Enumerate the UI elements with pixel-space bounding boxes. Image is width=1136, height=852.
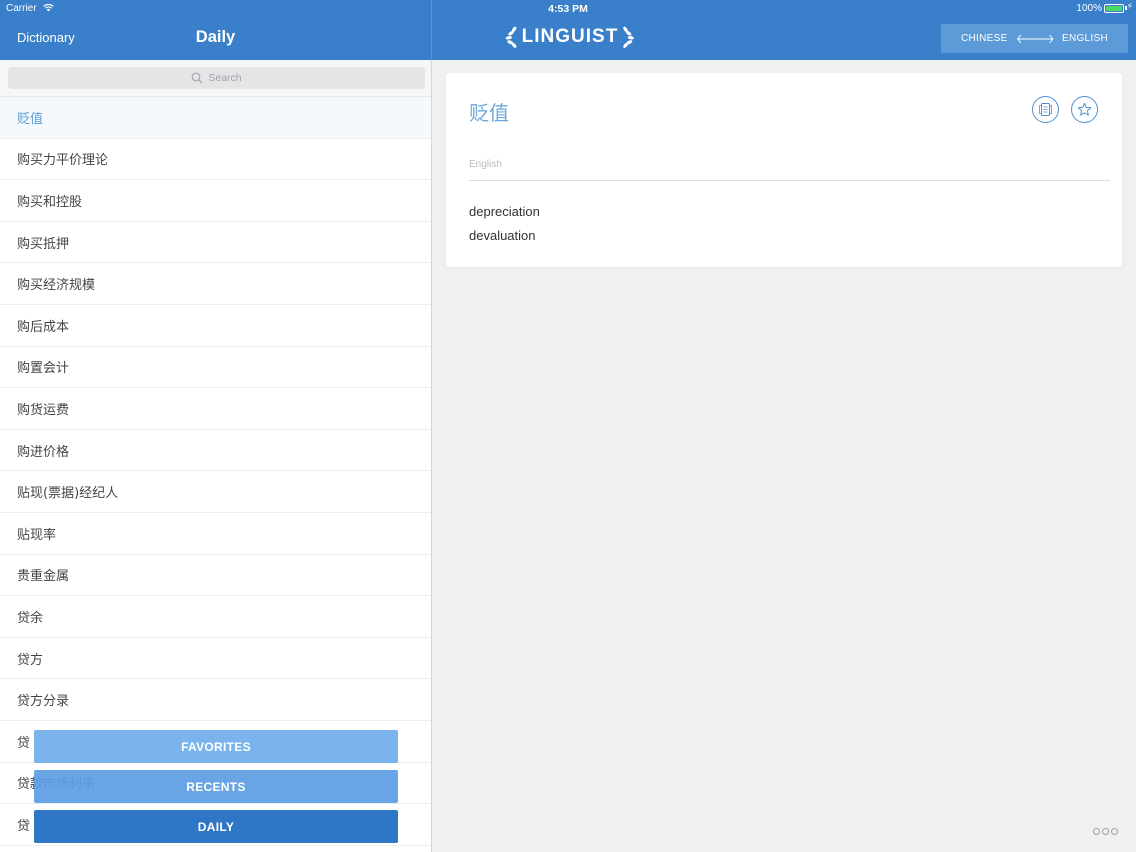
word-list-item-label: 购买抵押 (17, 236, 70, 252)
word-list-item[interactable]: 贬值 (0, 97, 431, 139)
translation-item: depreciation (469, 204, 540, 219)
word-list-item-label: 购买力平价理论 (17, 153, 109, 169)
word-list-item[interactable]: 购进价格 (0, 430, 431, 472)
favorite-star-button[interactable] (1071, 96, 1098, 123)
word-list-item-label: 贷余 (17, 610, 44, 626)
word-list-item-label: 贴现率 (17, 527, 57, 543)
language-switch-button[interactable]: CHINESE ENGLISH (941, 24, 1128, 53)
flashcard-icon (1039, 103, 1052, 116)
word-list-item[interactable]: 购买和控股 (0, 180, 431, 222)
clock: 4:53 PM (548, 3, 588, 15)
double-arrow-icon (1016, 34, 1053, 43)
translation-item: devaluation (469, 228, 536, 243)
split-divider (431, 0, 432, 852)
word-list-item[interactable]: 贷余 (0, 596, 431, 638)
search-placeholder: Search (208, 72, 242, 84)
entry-headword: 贬值 (469, 101, 509, 125)
word-list-item-label: 购买经济规模 (17, 278, 96, 294)
language-divider (469, 180, 1110, 181)
search-bar: Search (0, 60, 431, 97)
linguist-logo: LINGUIST (505, 21, 635, 53)
word-list-item-label: 贷 (17, 735, 31, 751)
word-list-item[interactable]: 贵重金属 (0, 555, 431, 597)
word-list-item[interactable]: 贴现(票据)经纪人 (0, 471, 431, 513)
word-list-item-label: 贷方 (17, 652, 44, 668)
target-language-label: English (469, 159, 502, 170)
word-list-item-label: 购置会计 (17, 361, 70, 377)
word-list-item[interactable]: 购货运费 (0, 388, 431, 430)
page-title: Daily (195, 28, 236, 46)
word-list-item-label: 贷方分录 (17, 694, 70, 710)
word-list-item[interactable]: 贷方 (0, 638, 431, 680)
word-list-item[interactable]: 贷方分录 (0, 679, 431, 721)
charging-icon: ⚡ (1126, 2, 1133, 12)
word-list-item[interactable]: 购买经济规模 (0, 263, 431, 305)
favorites-tab-button[interactable]: FAVORITES (34, 730, 398, 763)
star-icon (1077, 102, 1092, 116)
battery-icon (1104, 4, 1124, 13)
search-input[interactable]: Search (8, 67, 425, 89)
word-list-item-label: 贵重金属 (17, 569, 70, 585)
lang-to-label: ENGLISH (1061, 33, 1108, 44)
word-list-item-label: 购买和控股 (17, 194, 83, 210)
entry-card: 贬值 English depreciation devaluation (446, 73, 1122, 267)
daily-tab-button[interactable]: DAILY (34, 810, 398, 843)
word-list-item-label: 贬值 (17, 111, 44, 127)
word-list-item-label: 购后成本 (17, 319, 70, 335)
word-list-item-label: 购进价格 (17, 444, 70, 460)
search-icon (192, 72, 203, 84)
recents-tab-button[interactable]: RECENTS (34, 770, 398, 803)
battery-percent: 100% (1076, 3, 1102, 14)
word-list-item[interactable]: 购买力平价理论 (0, 139, 431, 181)
word-list-item[interactable]: 购买抵押 (0, 222, 431, 264)
word-list-item-label: 贴现(票据)经纪人 (17, 486, 119, 502)
word-list-item[interactable]: 购后成本 (0, 305, 431, 347)
word-list-item-label: 贷 (17, 818, 31, 834)
word-list-item[interactable]: 购置会计 (0, 347, 431, 389)
logo-text: LINGUIST (521, 26, 619, 47)
more-options-icon[interactable] (1093, 828, 1118, 835)
word-list-item-label: 购货运费 (17, 402, 70, 418)
word-list-item[interactable]: 贴现率 (0, 513, 431, 555)
flashcard-button[interactable] (1032, 96, 1059, 123)
lang-from-label: CHINESE (961, 33, 1008, 44)
laurel-right-icon (623, 26, 635, 48)
laurel-left-icon (505, 26, 517, 48)
